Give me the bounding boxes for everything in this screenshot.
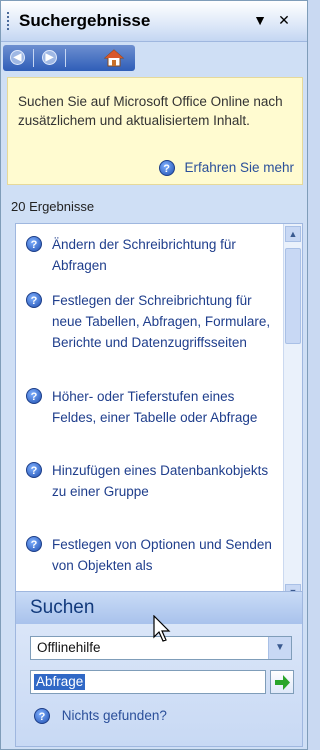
help-icon: ? xyxy=(158,160,175,177)
search-go-button[interactable] xyxy=(270,670,294,694)
learn-more-label: Erfahren Sie mehr xyxy=(184,160,294,175)
forward-button[interactable]: ▶ xyxy=(39,48,61,68)
result-item[interactable]: ? Ändern der Schreibrichtung für Abfrage… xyxy=(26,234,276,276)
result-label: Hinzufügen eines Datenbankobjekts zu ein… xyxy=(52,463,269,499)
toolbar-separator xyxy=(65,49,66,67)
nothing-found-label: Nichts gefunden? xyxy=(61,708,167,723)
result-label: Ändern der Schreibrichtung für Abfragen xyxy=(52,237,236,273)
help-topic-icon: ? xyxy=(26,292,42,308)
help-icon: ? xyxy=(34,708,50,725)
back-circle-icon: ◀ xyxy=(10,50,25,65)
close-icon[interactable]: ✕ xyxy=(275,11,293,29)
home-icon xyxy=(103,49,125,67)
learn-more-link[interactable]: ? Erfahren Sie mehr xyxy=(158,160,294,177)
search-input[interactable]: Abfrage xyxy=(30,670,266,694)
result-item[interactable]: ? Hinzufügen eines Datenbankobjekts zu e… xyxy=(26,460,276,502)
arrow-right-icon xyxy=(275,675,290,690)
pane-menu-dropdown-icon[interactable]: ▼ xyxy=(251,11,269,29)
back-button[interactable]: ◀ xyxy=(7,48,29,68)
nav-toolbar: ◀ ▶ xyxy=(3,45,135,71)
task-pane: Suchergebnisse ▼ ✕ ◀ ▶ Suchen Sie auf Mi… xyxy=(0,0,308,750)
chevron-down-icon[interactable]: ▼ xyxy=(268,637,291,659)
results-scrollbar[interactable]: ▲ ▼ xyxy=(283,224,302,602)
results-list: ? Ändern der Schreibrichtung für Abfrage… xyxy=(15,223,303,603)
pane-title: Suchergebnisse xyxy=(19,11,151,30)
result-label: Festlegen von Optionen und Senden von Ob… xyxy=(52,537,272,573)
help-topic-icon: ? xyxy=(26,388,42,404)
help-topic-icon: ? xyxy=(26,462,42,478)
info-text: Suchen Sie auf Microsoft Office Online n… xyxy=(18,94,283,128)
result-item[interactable]: ? Festlegen der Schreibrichtung für neue… xyxy=(26,290,276,353)
forward-circle-icon: ▶ xyxy=(42,50,57,65)
result-item[interactable]: ? Höher- oder Tieferstufen eines Feldes,… xyxy=(26,386,276,428)
result-item[interactable]: ? Festlegen von Optionen und Senden von … xyxy=(26,534,276,576)
scroll-thumb[interactable] xyxy=(285,248,301,344)
title-bar: Suchergebnisse ▼ ✕ xyxy=(1,1,307,42)
toolbar-separator xyxy=(33,49,34,67)
result-label: Höher- oder Tieferstufen eines Feldes, e… xyxy=(52,389,258,425)
help-topic-icon: ? xyxy=(26,236,42,252)
search-scope-value: Offlinehilfe xyxy=(37,640,101,655)
scroll-up-icon[interactable]: ▲ xyxy=(285,226,301,242)
mouse-cursor-icon xyxy=(153,615,171,642)
nothing-found-link[interactable]: ? Nichts gefunden? xyxy=(34,708,167,725)
home-button[interactable] xyxy=(103,48,127,68)
result-label: Festlegen der Schreibrichtung für neue T… xyxy=(52,293,271,350)
office-online-info-box: Suchen Sie auf Microsoft Office Online n… xyxy=(7,77,303,185)
search-query-selected-text: Abfrage xyxy=(34,674,86,690)
result-count: 20 Ergebnisse xyxy=(11,199,95,214)
drag-grip[interactable] xyxy=(7,12,12,30)
help-topic-icon: ? xyxy=(26,536,42,552)
